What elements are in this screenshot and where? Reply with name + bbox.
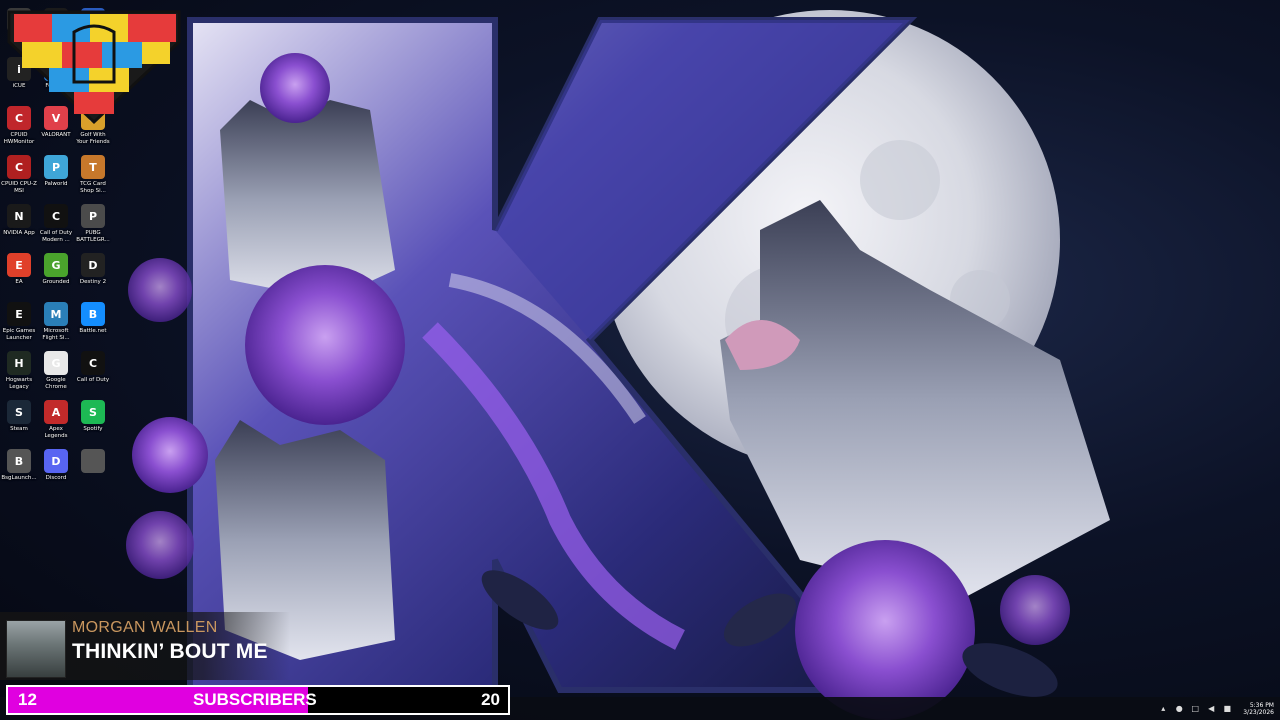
desktop-icon-label: NVIDIA App (3, 230, 35, 236)
desktop-icon-label: Call of Duty (76, 377, 110, 383)
desktop-icon[interactable]: M Microsoft Flight Si... (37, 302, 75, 341)
pubg-icon: P (81, 204, 105, 228)
desktop-icon[interactable] (74, 449, 112, 475)
desktop-icon[interactable]: P PUBG BATTLEGR... (74, 204, 112, 243)
speaker-icon[interactable]: ◀ (1206, 704, 1216, 714)
subscriber-goal-bar: 12 SUBSCRIBERS 20 (6, 685, 510, 715)
desktop-icon-label: Battle.net (79, 328, 107, 334)
flight-sim-icon: M (44, 302, 68, 326)
destiny-icon: D (81, 253, 105, 277)
desktop-icon[interactable]: S Steam (0, 400, 38, 433)
desktop-icon-label: Golf With Your Friends (76, 132, 110, 145)
network-icon[interactable]: □ (1190, 704, 1200, 714)
desktop-icon[interactable]: D Discord (37, 449, 75, 482)
desktop-icon[interactable]: H Hogwarts Legacy (0, 351, 38, 390)
desktop-icon-label: Steam (10, 426, 28, 432)
desktop-icon-label: TCG Card Shop Si... (80, 181, 106, 194)
cod-icon: C (81, 351, 105, 375)
desktop-icon-label: EA (15, 279, 23, 285)
desktop-icon-label: CPUID CPU-Z MSI (1, 181, 37, 194)
chevron-up-icon[interactable]: ▴ (1158, 704, 1168, 714)
chrome-icon: G (44, 351, 68, 375)
cpuz-icon: C (7, 155, 31, 179)
desktop-icon[interactable]: C Call of Duty (74, 351, 112, 384)
desktop-icon-label: Grounded (42, 279, 70, 285)
taskbar-clock[interactable]: 5:36 PM 3/23/2026 (1243, 702, 1274, 716)
clock-date: 3/23/2026 (1243, 708, 1274, 716)
desktop-icon-label: Palworld (44, 181, 68, 187)
desktop-icon[interactable]: S Spotify (74, 400, 112, 433)
mw-icon: C (44, 204, 68, 228)
ea-icon: E (7, 253, 31, 277)
app-icon (81, 449, 105, 473)
desktop-icon[interactable]: B BsgLaunch... (0, 449, 38, 482)
autism-puzzle-logo (4, 2, 184, 132)
desktop-icon-label: PUBG BATTLEGR... (76, 230, 110, 243)
desktop-icon[interactable]: C CPUID CPU-Z MSI (0, 155, 38, 194)
spotify-icon: S (81, 400, 105, 424)
desktop-icon-label: VALORANT (41, 132, 71, 138)
desktop-icon[interactable]: D Destiny 2 (74, 253, 112, 286)
desktop-icon-label: Apex Legends (44, 426, 68, 439)
display-icon[interactable]: ■ (1222, 704, 1232, 714)
desktop-icon[interactable]: E EA (0, 253, 38, 286)
steam-icon: S (7, 400, 31, 424)
battlenet-icon: B (81, 302, 105, 326)
nvidia-icon: N (7, 204, 31, 228)
microphone-icon[interactable]: ● (1174, 704, 1184, 714)
desktop-icon[interactable]: E Epic Games Launcher (0, 302, 38, 341)
desktop-icon-label: CPUID HWMonitor (3, 132, 35, 145)
desktop-icon-label: Hogwarts Legacy (5, 377, 33, 390)
album-art (6, 620, 66, 678)
desktop-icon-label: Google Chrome (45, 377, 67, 390)
desktop-icon-label: Call of Duty Modern ... (39, 230, 73, 243)
now-playing-artist: MORGAN WALLEN (72, 619, 218, 636)
desktop-icon[interactable]: B Battle.net (74, 302, 112, 335)
palworld-icon: P (44, 155, 68, 179)
desktop-icon[interactable]: T TCG Card Shop Si... (74, 155, 112, 194)
rose (245, 265, 405, 425)
desktop-icon[interactable]: N NVIDIA App (0, 204, 38, 237)
hogwarts-icon: H (7, 351, 31, 375)
desktop-icon-label: Discord (45, 475, 67, 481)
clock-time: 5:36 PM (1249, 701, 1274, 709)
grounded-icon: G (44, 253, 68, 277)
now-playing-title: THINKIN’ BOUT ME (72, 640, 268, 663)
epic-icon: E (7, 302, 31, 326)
desktop-icon-label: Microsoft Flight Si... (42, 328, 70, 341)
desktop-icon[interactable]: G Google Chrome (37, 351, 75, 390)
desktop-icon[interactable]: A Apex Legends (37, 400, 75, 439)
desktop-icon-label: Destiny 2 (79, 279, 107, 285)
desktop-icon-label: Epic Games Launcher (2, 328, 36, 341)
desktop-icon[interactable]: P Palworld (37, 155, 75, 188)
desktop-icon[interactable]: G Grounded (37, 253, 75, 286)
apex-icon: A (44, 400, 68, 424)
desktop-icon-label: BsgLaunch... (1, 475, 37, 481)
subscriber-goal-count: 20 (481, 690, 500, 709)
desktop-icon-label: Spotify (83, 426, 103, 432)
system-tray: ▴ ● □ ◀ ■ 5:36 PM 3/23/2026 (1155, 697, 1280, 720)
tcg-icon: T (81, 155, 105, 179)
discord-icon: D (44, 449, 68, 473)
bsg-icon: B (7, 449, 31, 473)
desktop-icon[interactable]: C Call of Duty Modern ... (37, 204, 75, 243)
subscriber-current-count: 12 (18, 690, 37, 709)
subscriber-label: SUBSCRIBERS (193, 690, 317, 709)
